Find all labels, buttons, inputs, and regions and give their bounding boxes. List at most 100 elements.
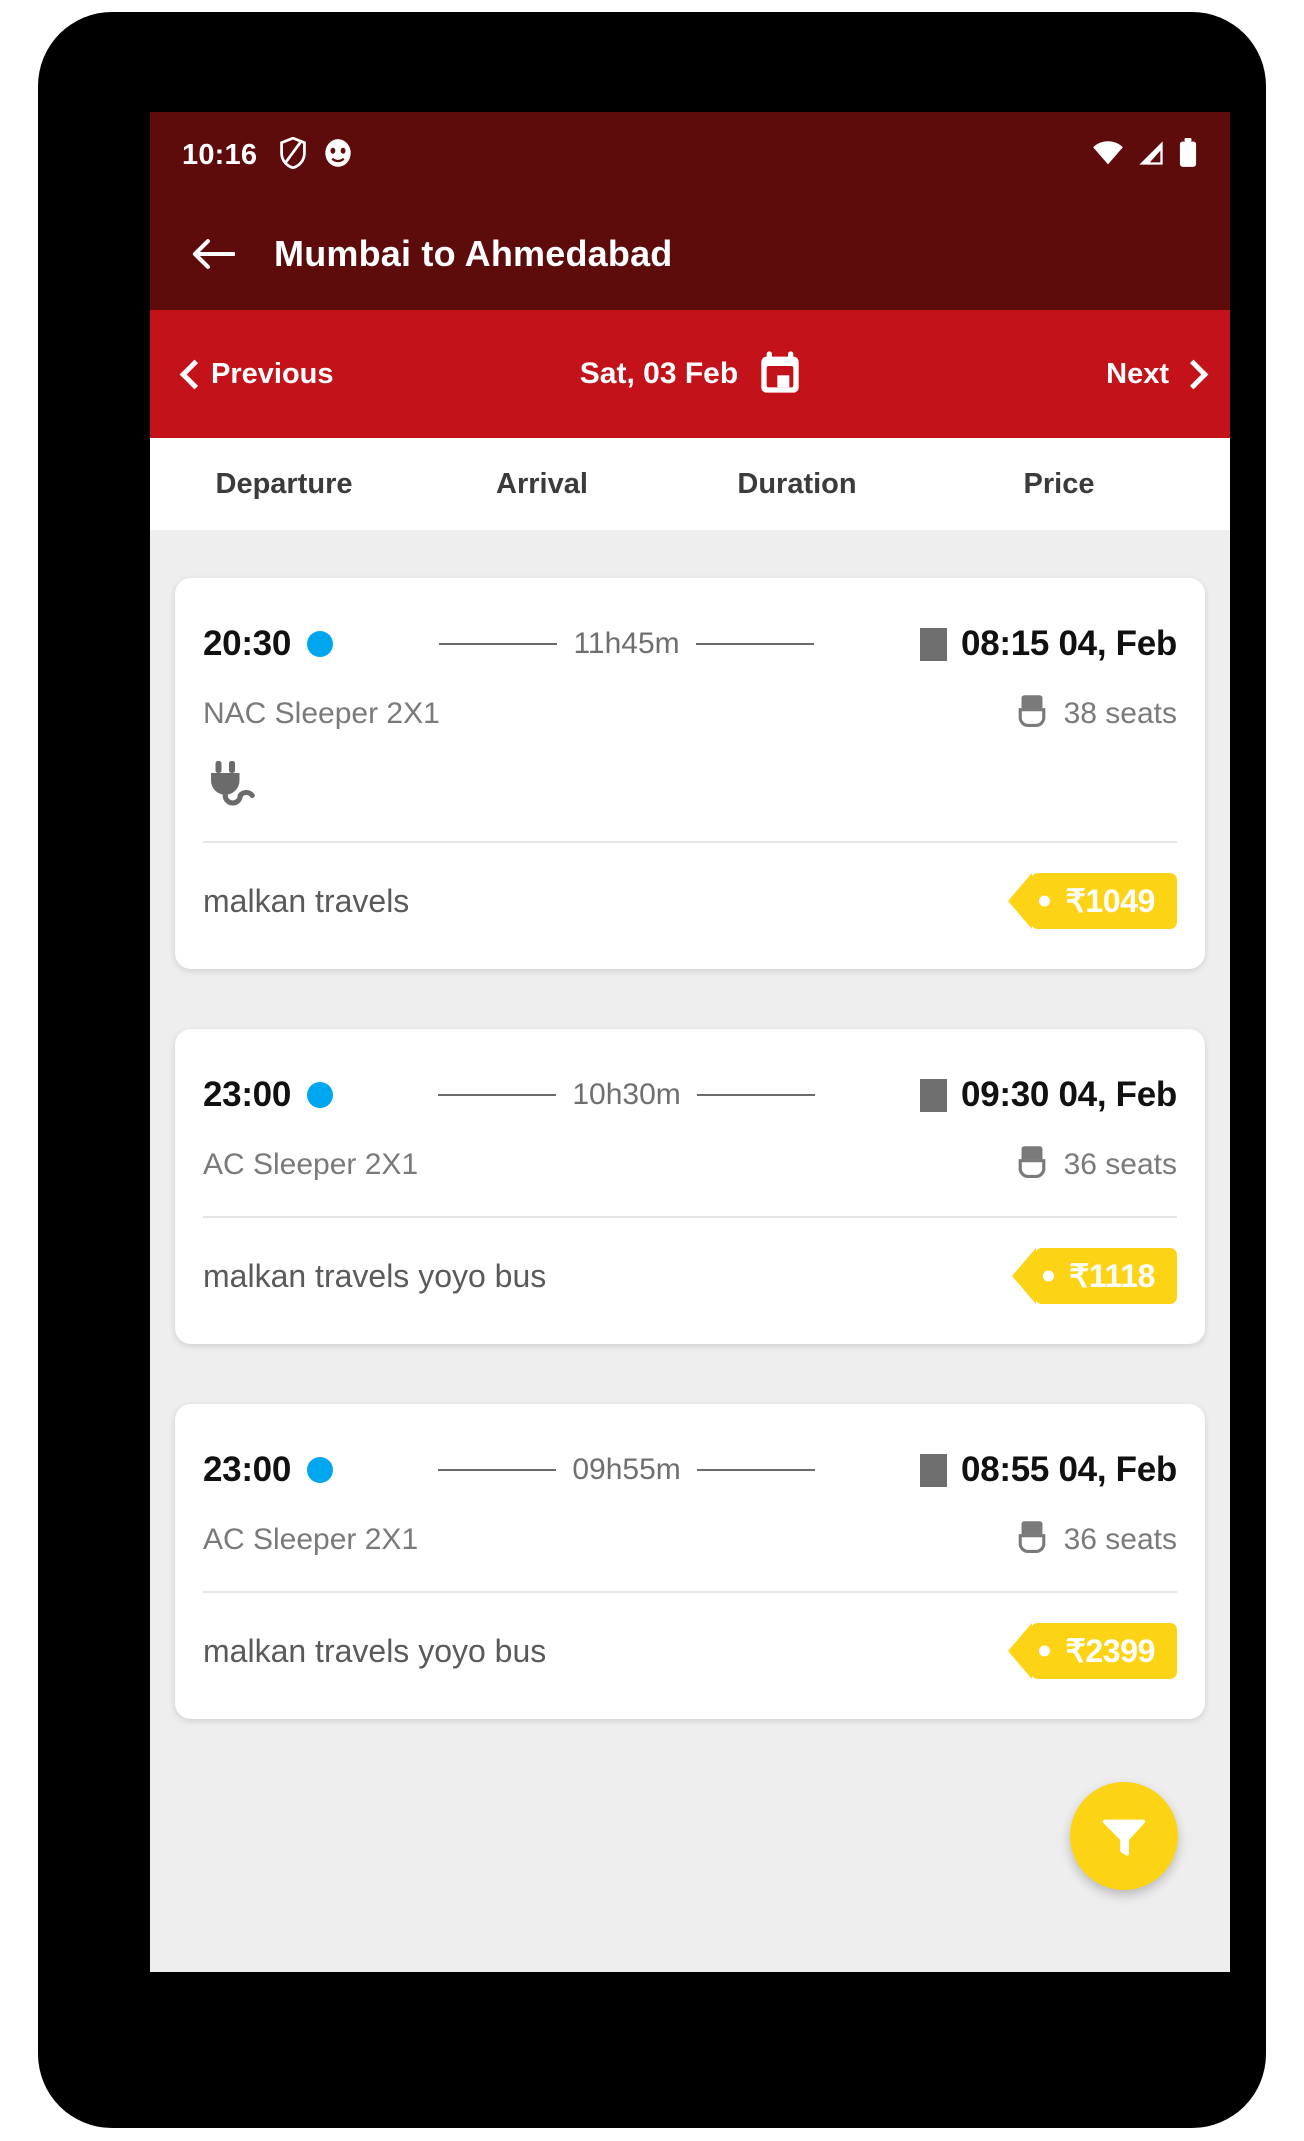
filter-fab-button[interactable] — [1070, 1782, 1178, 1890]
price-value: ₹1118 — [1068, 1258, 1155, 1294]
arrival-time: 08:15 04, Feb — [961, 624, 1177, 663]
bus-card[interactable]: 23:00 10h30m 09:30 04, Feb AC Sleeper 2X… — [175, 1029, 1205, 1344]
bus-time-row: 23:00 10h30m 09:30 04, Feb — [203, 1029, 1177, 1115]
departure-dot-icon — [307, 631, 334, 657]
price-tag[interactable]: ₹1049 — [1008, 873, 1177, 929]
bus-detail-row: AC Sleeper 2X1 36 seats — [203, 1490, 1177, 1559]
duration-line-right — [696, 1469, 815, 1471]
wifi-icon — [1092, 140, 1124, 171]
duration-line-right — [695, 643, 814, 645]
next-label: Next — [1106, 357, 1169, 390]
seat-icon — [1016, 1145, 1048, 1184]
departure-time: 23:00 — [203, 1450, 292, 1489]
battery-icon — [1178, 137, 1198, 173]
arrival-time: 08:55 04, Feb — [961, 1450, 1177, 1489]
screenshot-root: 10:16 Mumbai to Ahmedabad Previous Sat, … — [0, 0, 1304, 2141]
seats-count: 36 seats — [1063, 1522, 1177, 1556]
duration-text: 09h55m — [572, 1453, 681, 1486]
bus-type: AC Sleeper 2X1 — [203, 1147, 419, 1181]
date-navigation-bar: Previous Sat, 03 Feb Next — [150, 310, 1230, 438]
operator-name: malkan travels yoyo bus — [203, 1257, 547, 1294]
seats-count: 38 seats — [1063, 696, 1177, 730]
duration-group: 11h45m — [347, 627, 906, 661]
next-day-button[interactable]: Next — [1106, 358, 1198, 391]
bus-detail-row: AC Sleeper 2X1 36 seats — [203, 1115, 1177, 1184]
operator-price-row: malkan travels ₹1049 — [203, 843, 1177, 969]
column-header-row: Departure Arrival Duration Price — [150, 438, 1230, 530]
arrival-marker-icon — [920, 1453, 948, 1487]
departure-dot-icon — [307, 1082, 334, 1108]
price-tag[interactable]: ₹2399 — [1008, 1623, 1177, 1679]
price-tag-hole-icon — [1042, 1270, 1054, 1282]
bus-detail-row: NAC Sleeper 2X1 38 seats — [203, 664, 1177, 733]
seats-group: 38 seats — [1016, 694, 1177, 733]
phone-screen: 10:16 Mumbai to Ahmedabad Previous Sat, … — [150, 112, 1230, 1972]
calendar-icon[interactable] — [760, 350, 800, 399]
bus-time-row: 20:30 11h45m 08:15 04, Feb — [203, 578, 1177, 664]
status-bar-notification-icons — [279, 136, 353, 174]
signal-icon — [1137, 140, 1165, 171]
departure-dot-icon — [307, 1457, 334, 1483]
price-tag-hole-icon — [1039, 895, 1051, 907]
bus-card[interactable]: 20:30 11h45m 08:15 04, Feb NAC Sleeper 2… — [175, 578, 1205, 969]
price-tag[interactable]: ₹1118 — [1011, 1248, 1177, 1304]
chevron-left-icon — [182, 359, 199, 389]
price-value: ₹1049 — [1065, 883, 1155, 919]
arrival-group: 09:30 04, Feb — [920, 1075, 1177, 1115]
bus-type: AC Sleeper 2X1 — [203, 1522, 419, 1556]
duration-line-left — [439, 643, 558, 645]
column-header-departure: Departure — [215, 467, 353, 500]
bus-amenities-row — [203, 733, 1177, 809]
operator-price-row: malkan travels yoyo bus ₹2399 — [203, 1593, 1177, 1719]
funnel-filter-icon — [1102, 1819, 1146, 1856]
duration-group: 10h30m — [347, 1078, 906, 1112]
duration-line-right — [696, 1094, 815, 1096]
arrival-marker-icon — [920, 627, 948, 661]
seats-group: 36 seats — [1016, 1520, 1177, 1559]
bus-card[interactable]: 23:00 09h55m 08:55 04, Feb AC Sleeper 2X… — [175, 1404, 1205, 1719]
selected-date-label: Sat, 03 Feb — [579, 357, 739, 390]
duration-group: 09h55m — [347, 1453, 906, 1487]
price-value: ₹2399 — [1065, 1633, 1155, 1669]
bus-time-row: 23:00 09h55m 08:55 04, Feb — [203, 1404, 1177, 1490]
status-bar: 10:16 — [150, 112, 1230, 198]
device-frame: 10:16 Mumbai to Ahmedabad Previous Sat, … — [38, 12, 1266, 2128]
duration-line-left — [438, 1469, 557, 1471]
bus-card-wrapper: 88.0% on time 23:00 10h30m — [175, 1029, 1205, 1344]
app-bar: Mumbai to Ahmedabad — [150, 198, 1230, 310]
operator-price-row: malkan travels yoyo bus ₹1118 — [203, 1218, 1177, 1344]
column-header-duration: Duration — [737, 467, 857, 500]
arrival-group: 08:55 04, Feb — [920, 1450, 1177, 1490]
shield-icon — [279, 136, 307, 174]
seat-icon — [1016, 1520, 1048, 1559]
seats-count: 36 seats — [1063, 1147, 1177, 1181]
operator-name: malkan travels — [203, 882, 410, 919]
arrival-time: 09:30 04, Feb — [961, 1075, 1177, 1114]
status-bar-clock: 10:16 — [182, 138, 258, 171]
column-header-arrival: Arrival — [496, 467, 588, 500]
arrow-left-icon — [192, 239, 235, 269]
previous-day-button[interactable]: Previous — [182, 358, 334, 391]
arrival-group: 08:15 04, Feb — [920, 624, 1177, 664]
page-title: Mumbai to Ahmedabad — [274, 233, 673, 274]
price-tag-hole-icon — [1039, 1645, 1051, 1657]
chevron-right-icon — [1181, 359, 1198, 389]
previous-label: Previous — [211, 357, 334, 390]
status-bar-system-icons — [1092, 137, 1198, 173]
bus-card-wrapper: 88.0% on time 23:00 09h55m — [175, 1404, 1205, 1719]
arrival-marker-icon — [920, 1078, 948, 1112]
seat-icon — [1016, 694, 1048, 733]
bus-results-list[interactable]: 88.0% on time 20:30 11h45m — [150, 530, 1230, 1972]
bus-card-wrapper: 88.0% on time 20:30 11h45m — [175, 578, 1205, 969]
operator-name: malkan travels yoyo bus — [203, 1632, 547, 1669]
duration-text: 10h30m — [572, 1078, 681, 1111]
power-plug-icon — [203, 758, 255, 811]
mask-icon — [323, 138, 353, 173]
back-button[interactable] — [180, 221, 246, 287]
duration-line-left — [438, 1094, 557, 1096]
bus-type: NAC Sleeper 2X1 — [203, 696, 440, 730]
departure-time: 20:30 — [203, 624, 292, 663]
seats-group: 36 seats — [1016, 1145, 1177, 1184]
departure-time: 23:00 — [203, 1075, 292, 1114]
column-header-price: Price — [1023, 467, 1095, 500]
